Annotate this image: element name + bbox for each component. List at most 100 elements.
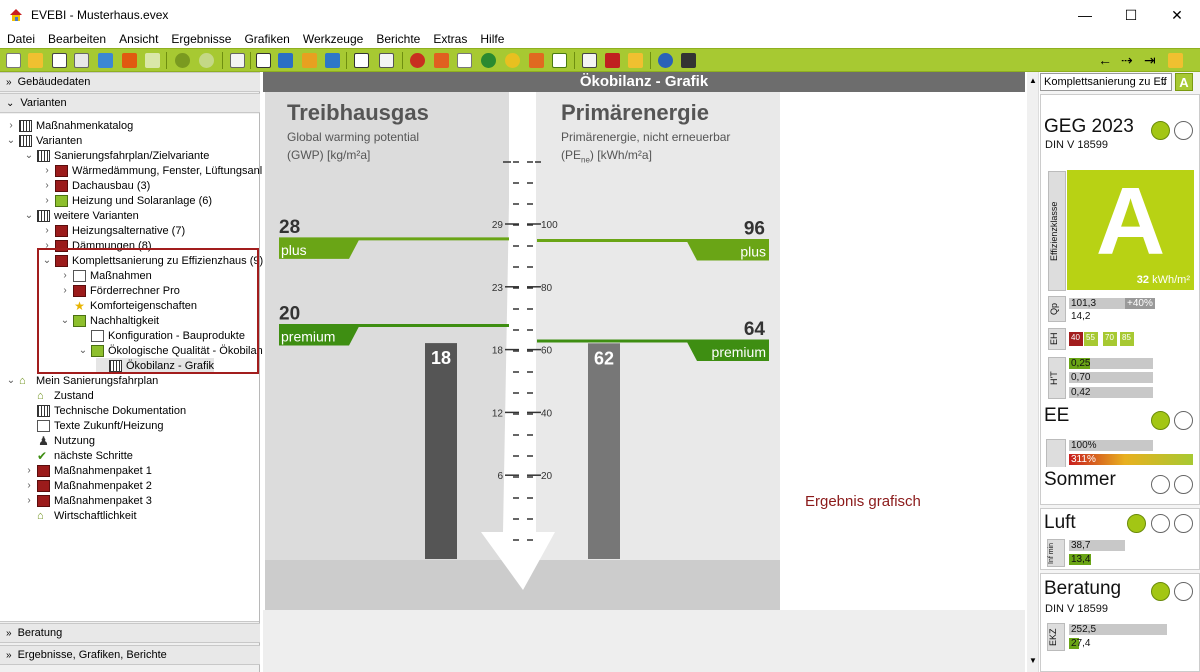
edit-chart-icon[interactable] — [1168, 53, 1183, 68]
import-icon[interactable] — [98, 53, 113, 68]
export-icon[interactable] — [122, 53, 137, 68]
inf-value-2: 13,4 — [1069, 554, 1091, 565]
scroll-up-icon[interactable]: ▲ — [1029, 76, 1037, 85]
tree-item[interactable]: › Dachausbau (3) — [42, 178, 150, 193]
section-gebaeudedaten[interactable]: » Gebäudedaten — [0, 72, 260, 92]
expand-right-icon[interactable]: › — [24, 480, 34, 491]
ekz-label: EKZ — [1047, 623, 1065, 651]
double-chevron-right-icon: » — [6, 627, 12, 639]
tree-item[interactable]: › Maßnahmenpaket 3 — [24, 493, 152, 508]
window-icon[interactable] — [434, 53, 449, 68]
tree-item[interactable]: ✔ nächste Schritte — [24, 448, 133, 463]
forward-arrow-icon[interactable]: ⇢ — [1121, 53, 1135, 68]
report-icon[interactable] — [256, 53, 271, 68]
structure-icon[interactable] — [278, 53, 293, 68]
right-axis-tick-label: 40 — [541, 408, 553, 419]
redo-icon[interactable] — [199, 53, 214, 68]
tree-item[interactable]: ⌄ Sanierungsfahrplan/Zielvariante — [24, 148, 209, 163]
expand-down-icon[interactable]: ⌄ — [24, 210, 34, 221]
expand-right-icon[interactable]: › — [24, 465, 34, 476]
dena-icon[interactable] — [145, 53, 160, 68]
variant-dropdown-value: Komplettsanierung zu Eff — [1044, 76, 1167, 88]
minimize-button[interactable]: — — [1062, 0, 1108, 30]
help-icon[interactable] — [658, 53, 673, 68]
save-icon[interactable] — [52, 53, 67, 68]
expand-right-icon[interactable]: › — [6, 120, 16, 131]
selection-highlight — [37, 248, 259, 374]
menu-berichte[interactable]: Berichte — [376, 32, 420, 46]
expand-right-icon[interactable]: › — [42, 225, 52, 236]
tree-item[interactable]: › Maßnahmenpaket 2 — [24, 478, 152, 493]
back-arrow-icon[interactable]: ← — [1098, 53, 1112, 68]
ee-status-empty — [1174, 411, 1193, 430]
house-outline-icon[interactable] — [552, 53, 567, 68]
menu-bearbeiten[interactable]: Bearbeiten — [48, 32, 106, 46]
section-ergebnisse[interactable]: » Ergebnisse, Grafiken, Berichte — [0, 645, 260, 665]
double-chevron-right-icon: » — [6, 76, 12, 88]
copy-icon[interactable] — [74, 53, 89, 68]
expand-down-icon[interactable]: ⌄ — [6, 135, 16, 146]
variant-dropdown[interactable]: Komplettsanierung zu Eff ⌄ — [1040, 73, 1172, 91]
sun-icon[interactable] — [505, 53, 520, 68]
pe-bar-label: 62 — [594, 348, 614, 368]
tree-item[interactable]: ♟ Nutzung — [24, 433, 95, 448]
expand-right-icon[interactable]: › — [42, 195, 52, 206]
oekobilanz-chart: 29 100 23 80 18 60 12 40 6 20 28 plus 96 plus 20 premiu… — [279, 92, 769, 590]
expand-right-icon[interactable]: › — [42, 180, 52, 191]
menu-ergebnisse[interactable]: Ergebnisse — [171, 32, 231, 46]
pdf-icon[interactable] — [605, 53, 620, 68]
tree-item[interactable]: ⌄ Varianten — [6, 133, 82, 148]
close-button[interactable]: ✕ — [1154, 0, 1200, 30]
maximize-button[interactable]: ☐ — [1108, 0, 1154, 30]
undo-icon[interactable] — [175, 53, 190, 68]
sum-orange-icon[interactable] — [302, 53, 317, 68]
tree-item[interactable]: ⌂ Wirtschaftlichkeit — [24, 508, 137, 523]
open-folder-icon[interactable] — [28, 53, 43, 68]
menu-werkzeuge[interactable]: Werkzeuge — [303, 32, 363, 46]
menu-datei[interactable]: Datei — [7, 32, 35, 46]
door-icon[interactable] — [457, 53, 472, 68]
list-icon[interactable] — [379, 53, 394, 68]
tree-item[interactable]: Texte Zukunft/Heizung — [24, 418, 163, 433]
tree-item[interactable]: › Heizung und Solaranlage (6) — [42, 193, 212, 208]
new-file-icon[interactable] — [6, 53, 21, 68]
ht-value-2: 0,70 — [1069, 372, 1153, 383]
efficiency-badge[interactable]: A — [1175, 73, 1193, 91]
hierarchy-icon[interactable] — [354, 53, 369, 68]
sum-blue-icon[interactable] — [325, 53, 340, 68]
effizienz-value: 32 — [1136, 274, 1150, 286]
beratung-status-empty — [1174, 582, 1193, 601]
lightning-icon[interactable] — [529, 53, 544, 68]
expand-right-icon[interactable]: › — [42, 165, 52, 176]
heating-icon[interactable] — [410, 53, 425, 68]
right-scrollbar[interactable]: ▲ ▼ — [1027, 72, 1039, 672]
luft-title: Luft — [1044, 512, 1076, 533]
tree-item[interactable]: ⌄ weitere Varianten — [24, 208, 139, 223]
tree-item[interactable]: ⌂ Zustand — [24, 388, 94, 403]
menu-extras[interactable]: Extras — [433, 32, 467, 46]
premium-right-label: premium — [712, 344, 766, 360]
expand-down-icon[interactable]: ⌄ — [24, 150, 34, 161]
tree-item[interactable]: Technische Dokumentation — [24, 403, 186, 418]
menu-grafiken[interactable]: Grafiken — [244, 32, 289, 46]
ee-value-2: 311% — [1069, 454, 1193, 465]
section-beratung[interactable]: » Beratung — [0, 623, 260, 643]
expand-right-icon[interactable]: › — [24, 495, 34, 506]
tree-item-label: Wärmedämmung, Fenster, Lüftungsanl — [72, 164, 263, 177]
section-varianten[interactable]: ⌄ Varianten — [0, 93, 260, 113]
fan-icon[interactable] — [481, 53, 496, 68]
calculator-icon[interactable] — [681, 53, 696, 68]
tree-item[interactable]: › Heizungsalternative (7) — [42, 223, 185, 238]
menu-hilfe[interactable]: Hilfe — [480, 32, 504, 46]
scroll-down-icon[interactable]: ▼ — [1029, 656, 1037, 665]
tree-item[interactable]: ⌄ ⌂ Mein Sanierungsfahrplan — [6, 373, 159, 388]
tree-item[interactable]: › Wärmedämmung, Fenster, Lüftungsanl — [42, 163, 262, 178]
tree-item[interactable]: › Maßnahmenkatalog — [6, 118, 133, 133]
tree-item[interactable]: › Maßnahmenpaket 1 — [24, 463, 152, 478]
document-icon[interactable] — [230, 53, 245, 68]
energy-house-icon[interactable] — [628, 53, 643, 68]
jump-arrow-icon[interactable]: ⇥ — [1144, 53, 1158, 68]
expand-down-icon[interactable]: ⌄ — [6, 375, 16, 386]
checklist-tool-icon[interactable] — [582, 53, 597, 68]
menu-ansicht[interactable]: Ansicht — [119, 32, 158, 46]
